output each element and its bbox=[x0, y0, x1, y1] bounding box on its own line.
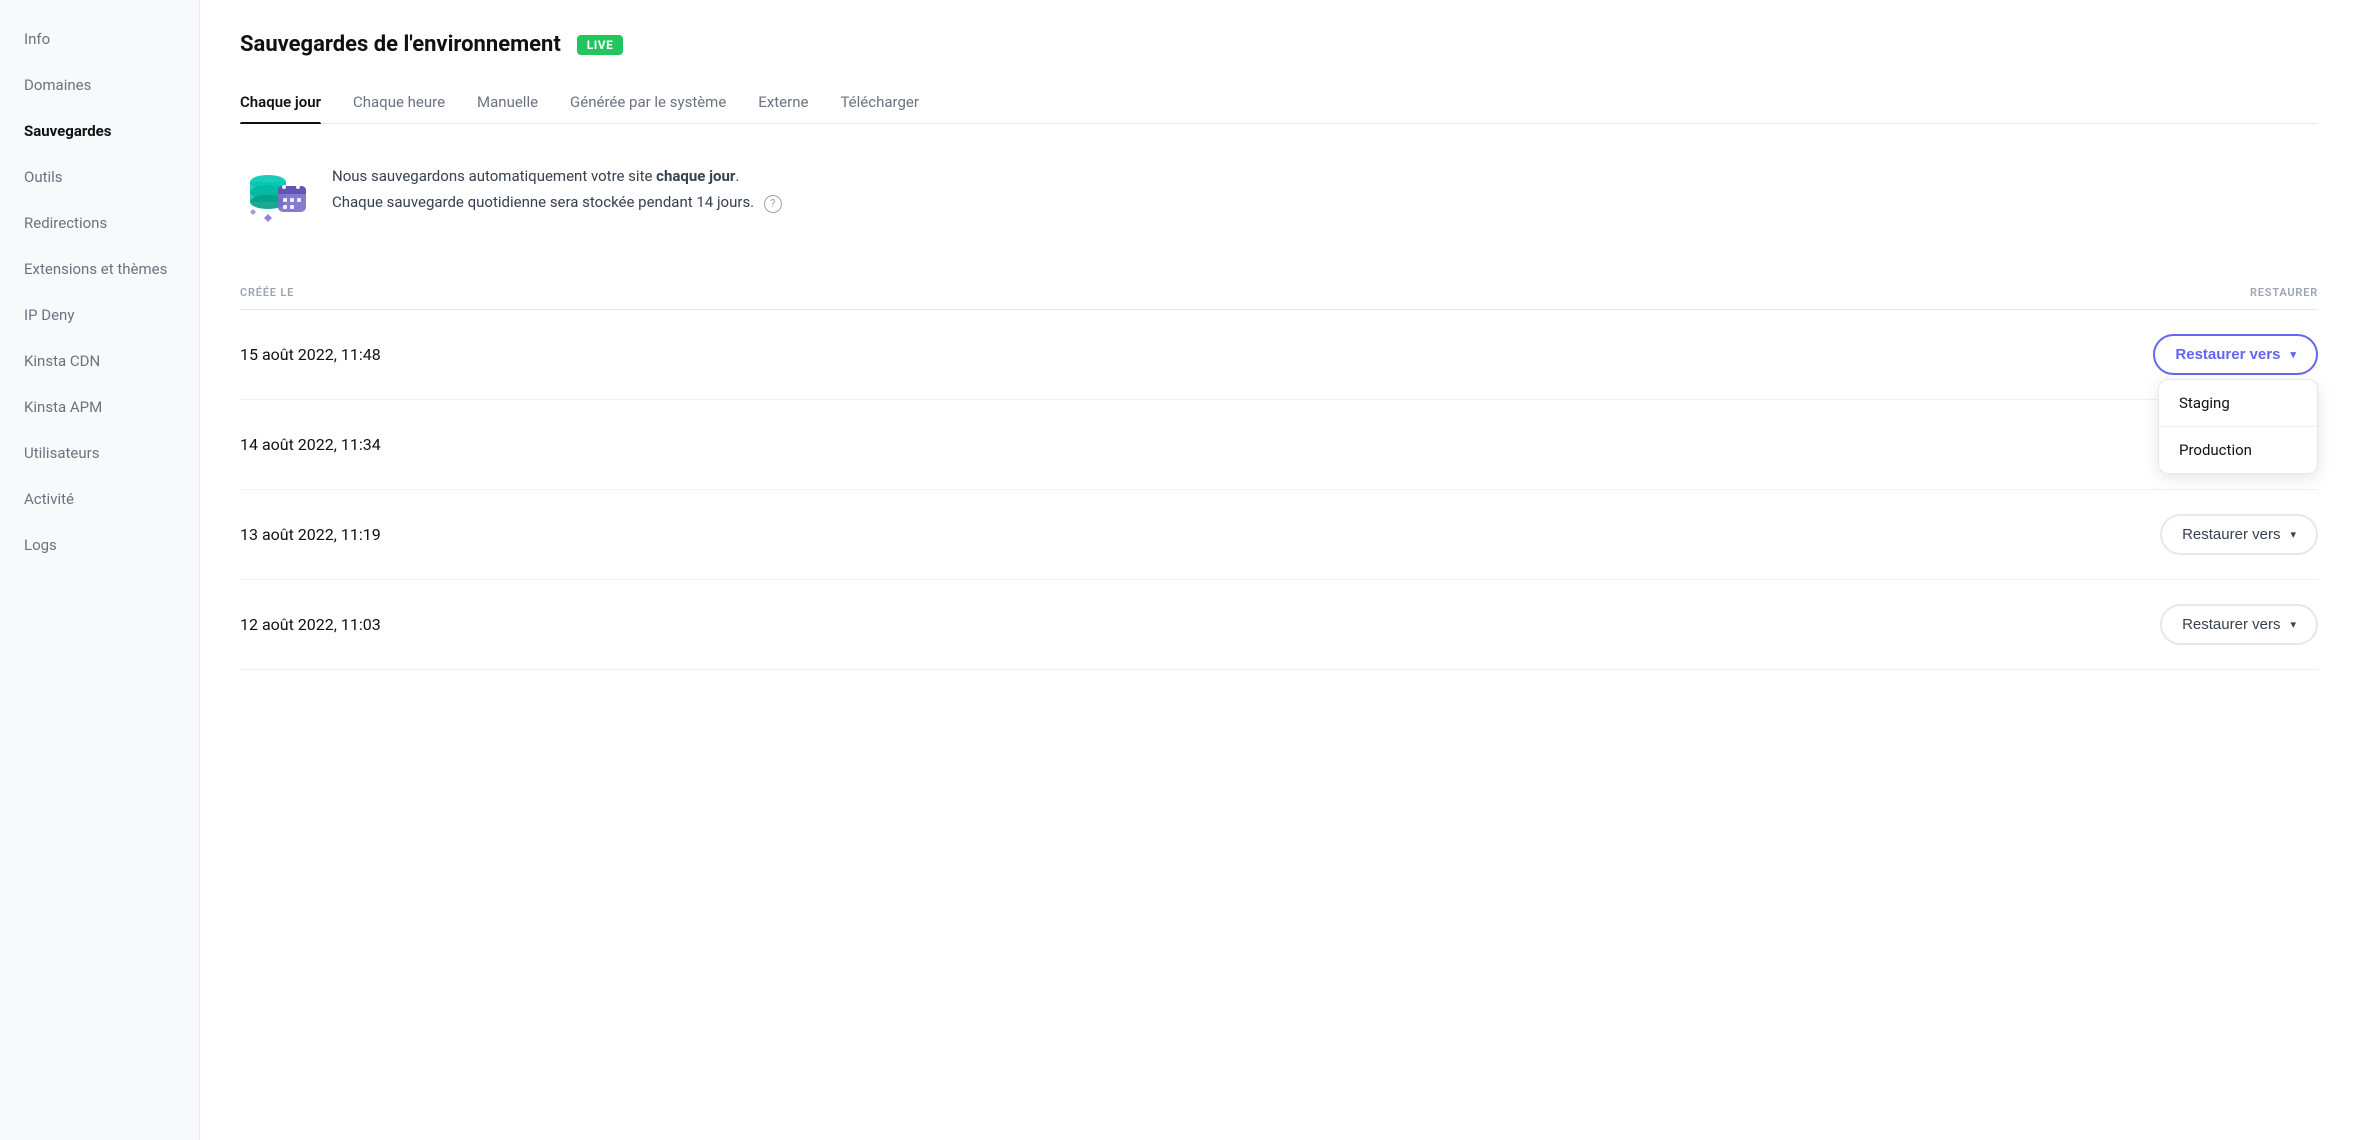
sidebar: InfoDomainesSauvegardesOutilsRedirection… bbox=[0, 0, 200, 1140]
tab-chaque-jour[interactable]: Chaque jour bbox=[240, 85, 321, 123]
sidebar-item-domaines[interactable]: Domaines bbox=[0, 62, 199, 108]
backup-row-1: 15 août 2022, 11:48 Restaurer vers ▾Stagi… bbox=[240, 310, 2318, 400]
backup-row-2: 14 août 2022, 11:34Restaurer vers ▾ bbox=[240, 400, 2318, 490]
restore-container-1: Restaurer vers ▾StagingProduction bbox=[2153, 334, 2318, 375]
restore-btn-label-3: Restaurer vers bbox=[2182, 526, 2280, 543]
backup-icon bbox=[240, 160, 312, 232]
tab-manuelle[interactable]: Manuelle bbox=[477, 85, 538, 123]
backup-row-3: 13 août 2022, 11:19 Restaurer vers ▾ bbox=[240, 490, 2318, 580]
backup-date-2: 14 août 2022, 11:34 bbox=[240, 435, 381, 454]
page-title: Sauvegardes de l'environnement bbox=[240, 32, 561, 57]
restore-button-3[interactable]: Restaurer vers ▾ bbox=[2160, 514, 2318, 555]
restore-container-3: Restaurer vers ▾ bbox=[2160, 514, 2318, 555]
tab-generee[interactable]: Générée par le système bbox=[570, 85, 726, 123]
backup-rows: 15 août 2022, 11:48Restaurer vers ▾Stagi… bbox=[240, 310, 2318, 670]
sidebar-item-utilisateurs[interactable]: Utilisateurs bbox=[0, 430, 199, 476]
sidebar-item-activite[interactable]: Activité bbox=[0, 476, 199, 522]
live-badge: LIVE bbox=[577, 35, 624, 55]
backup-date-4: 12 août 2022, 11:03 bbox=[240, 615, 381, 634]
info-box: Nous sauvegardons automatiquement votre … bbox=[240, 152, 2318, 240]
col-created-header: CRÉÉE LE bbox=[240, 286, 294, 299]
chevron-down-icon: ▾ bbox=[2290, 618, 2296, 631]
col-restore-header: RESTAURER bbox=[2250, 286, 2318, 299]
info-help-icon[interactable]: ? bbox=[764, 195, 782, 213]
restore-dropdown-1: StagingProduction bbox=[2158, 379, 2318, 474]
backup-date-1: 15 août 2022, 11:48 bbox=[240, 345, 381, 364]
restore-button-1[interactable]: Restaurer vers ▾ bbox=[2153, 334, 2318, 375]
sidebar-item-kinsta-apm[interactable]: Kinsta APM bbox=[0, 384, 199, 430]
tab-chaque-heure[interactable]: Chaque heure bbox=[353, 85, 445, 123]
chevron-down-icon: ▾ bbox=[2290, 348, 2296, 361]
info-text-line1: Nous sauvegardons automatiquement votre … bbox=[332, 167, 739, 185]
sidebar-item-info[interactable]: Info bbox=[0, 16, 199, 62]
sidebar-item-ip-deny[interactable]: IP Deny bbox=[0, 292, 199, 338]
tabs-bar: Chaque jour Chaque heure Manuelle Générée p… bbox=[240, 85, 2318, 124]
restore-btn-label-1: Restaurer vers bbox=[2175, 346, 2280, 363]
tab-telecharger[interactable]: Télécharger bbox=[840, 85, 918, 123]
restore-button-4[interactable]: Restaurer vers ▾ bbox=[2160, 604, 2318, 645]
tab-externe[interactable]: Externe bbox=[758, 85, 808, 123]
info-text-line2: Chaque sauvegarde quotidienne sera stock… bbox=[332, 193, 782, 211]
sidebar-item-logs[interactable]: Logs bbox=[0, 522, 199, 568]
sidebar-item-kinsta-cdn[interactable]: Kinsta CDN bbox=[0, 338, 199, 384]
dropdown-production[interactable]: Production bbox=[2159, 426, 2317, 473]
backup-date-3: 13 août 2022, 11:19 bbox=[240, 525, 381, 544]
sidebar-item-redirections[interactable]: Redirections bbox=[0, 200, 199, 246]
sidebar-item-sauvegardes[interactable]: Sauvegardes bbox=[0, 108, 199, 154]
main-content: Sauvegardes de l'environnement LIVE Chaq… bbox=[200, 0, 2358, 1140]
restore-container-4: Restaurer vers ▾ bbox=[2160, 604, 2318, 645]
chevron-down-icon: ▾ bbox=[2290, 528, 2296, 541]
sidebar-item-outils[interactable]: Outils bbox=[0, 154, 199, 200]
page-header: Sauvegardes de l'environnement LIVE bbox=[240, 32, 2318, 57]
table-header: CRÉÉE LE RESTAURER bbox=[240, 276, 2318, 310]
sidebar-item-extensions[interactable]: Extensions et thèmes bbox=[0, 246, 199, 292]
backup-row-4: 12 août 2022, 11:03 Restaurer vers ▾ bbox=[240, 580, 2318, 670]
dropdown-staging[interactable]: Staging bbox=[2159, 380, 2317, 426]
restore-btn-label-4: Restaurer vers bbox=[2182, 616, 2280, 633]
info-description: Nous sauvegardons automatiquement votre … bbox=[332, 160, 782, 215]
